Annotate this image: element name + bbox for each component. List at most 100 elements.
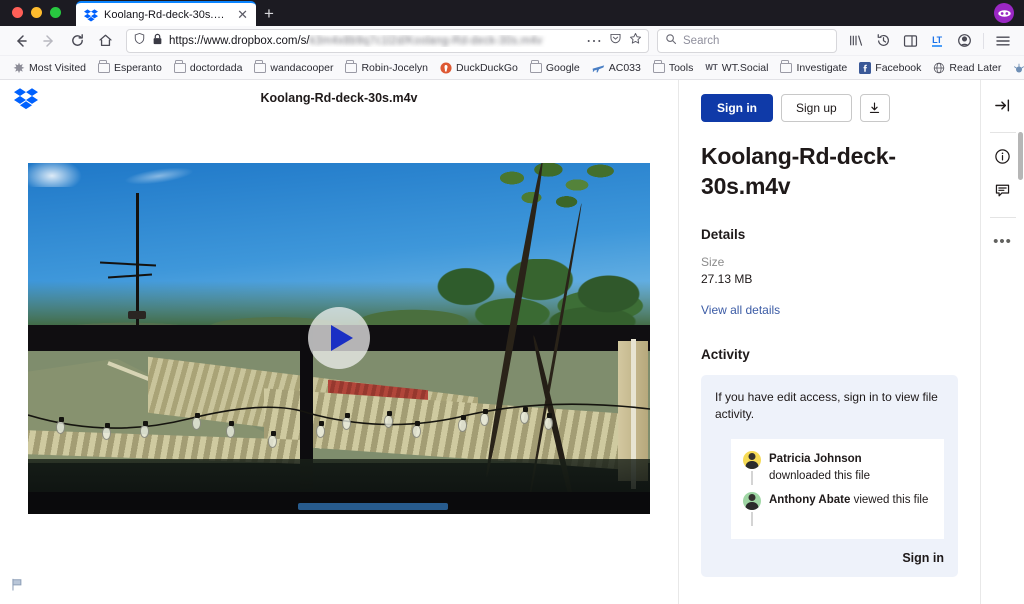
scene-antenna bbox=[136, 193, 139, 325]
folder-icon bbox=[98, 63, 110, 73]
history-icon[interactable] bbox=[870, 28, 896, 54]
search-icon bbox=[665, 32, 677, 50]
info-icon[interactable] bbox=[988, 141, 1018, 171]
details-heading: Details bbox=[701, 227, 958, 242]
file-info-sidebar: Sign in Sign up Koolang-Rd-deck-30s.m4v … bbox=[678, 80, 980, 604]
bookmark-google[interactable]: Google bbox=[525, 60, 585, 76]
back-button[interactable] bbox=[8, 28, 34, 54]
page-scrollbar[interactable] bbox=[1017, 80, 1024, 604]
bookmarks-bar: Most Visited Esperanto doctordada wandac… bbox=[0, 56, 1024, 80]
padlock-icon bbox=[152, 32, 163, 50]
folder-icon bbox=[345, 63, 357, 73]
new-tab-button[interactable]: + bbox=[264, 5, 274, 22]
languagetool-icon[interactable]: LT bbox=[924, 28, 950, 54]
hamburger-menu-icon[interactable] bbox=[990, 28, 1016, 54]
activity-entry: Anthony Abate viewed this file bbox=[769, 492, 928, 526]
bookmark-label: Read Later bbox=[949, 62, 1001, 74]
bookmark-wt-social[interactable]: WT WT.Social bbox=[700, 60, 773, 76]
bookmark-doctordada[interactable]: doctordada bbox=[169, 60, 248, 76]
close-window-button[interactable] bbox=[12, 7, 23, 18]
browser-tab[interactable]: Koolang-Rd-deck-30s.m4v ✕ bbox=[76, 1, 256, 26]
auth-buttons: Sign in Sign up bbox=[701, 94, 958, 122]
facebook-icon bbox=[859, 62, 871, 74]
collapse-sidebar-icon[interactable] bbox=[988, 90, 1018, 120]
scene-bulb bbox=[458, 419, 467, 432]
activity-sign-in-link[interactable]: Sign in bbox=[715, 551, 944, 565]
bookmark-star-icon[interactable] bbox=[629, 32, 642, 50]
list-item: Anthony Abate viewed this file bbox=[743, 492, 934, 526]
comment-icon[interactable] bbox=[988, 175, 1018, 205]
view-all-details-link[interactable]: View all details bbox=[701, 303, 958, 317]
sign-up-button[interactable]: Sign up bbox=[781, 94, 852, 122]
bookmark-esperanto[interactable]: Esperanto bbox=[93, 60, 167, 76]
report-flag-icon[interactable] bbox=[10, 577, 24, 597]
browser-window: Koolang-Rd-deck-30s.m4v ✕ + bbox=[0, 0, 1024, 604]
bookmark-label: DuckDuckGo bbox=[456, 62, 518, 74]
home-button[interactable] bbox=[92, 28, 118, 54]
account-icon[interactable] bbox=[951, 28, 977, 54]
library-icon[interactable] bbox=[843, 28, 869, 54]
folder-icon bbox=[653, 63, 665, 73]
rail-divider bbox=[990, 217, 1016, 218]
bookmark-investigate[interactable]: Investigate bbox=[775, 60, 852, 76]
bookmark-label: Most Visited bbox=[29, 62, 86, 74]
duckduckgo-icon bbox=[440, 62, 452, 74]
tracking-protection-icon[interactable] bbox=[133, 32, 146, 50]
avatar bbox=[743, 451, 761, 469]
dropbox-icon bbox=[84, 8, 98, 22]
bookmark-read-later[interactable]: Read Later bbox=[928, 60, 1006, 76]
download-button[interactable] bbox=[860, 94, 890, 122]
address-bar[interactable]: https://www.dropbox.com/s/k3m4x8b9q7c1l2… bbox=[126, 29, 649, 53]
bookmark-robin-jocelyn[interactable]: Robin-Jocelyn bbox=[340, 60, 433, 76]
avatar-column bbox=[743, 492, 761, 526]
play-triangle-icon bbox=[331, 325, 353, 351]
wt-icon: WT bbox=[705, 63, 717, 72]
close-icon[interactable]: ✕ bbox=[237, 8, 248, 21]
scene-antenna-box bbox=[128, 311, 146, 319]
folder-icon bbox=[254, 63, 266, 73]
bookmark-label: wandacooper bbox=[270, 62, 333, 74]
page-actions-icon[interactable]: ⋯ bbox=[586, 31, 602, 51]
scrollbar-thumb[interactable] bbox=[1018, 132, 1023, 180]
navigation-toolbar: https://www.dropbox.com/s/k3m4x8b9q7c1l2… bbox=[0, 26, 1024, 56]
activity-entry: Patricia Johnsondownloaded this file bbox=[769, 451, 870, 485]
bookmark-covid-19[interactable]: COVID-19 bbox=[1008, 60, 1024, 76]
forward-button[interactable] bbox=[36, 28, 62, 54]
maximize-window-button[interactable] bbox=[50, 7, 61, 18]
bookmark-most-visited[interactable]: Most Visited bbox=[8, 60, 91, 76]
more-options-button[interactable]: ••• bbox=[988, 226, 1018, 256]
rail-divider bbox=[990, 132, 1016, 133]
bookmark-label: Esperanto bbox=[114, 62, 162, 74]
bookmark-tools[interactable]: Tools bbox=[648, 60, 699, 76]
timeline-connector bbox=[751, 471, 753, 485]
activity-heading: Activity bbox=[701, 347, 958, 362]
sidebar-icon[interactable] bbox=[897, 28, 923, 54]
search-placeholder: Search bbox=[683, 35, 719, 47]
scene-bulb bbox=[316, 425, 325, 438]
pocket-icon[interactable] bbox=[609, 32, 622, 50]
play-button[interactable] bbox=[308, 307, 370, 369]
dropbox-logo[interactable] bbox=[14, 86, 38, 110]
scene-bulb bbox=[268, 435, 277, 448]
section-spacer bbox=[701, 317, 958, 347]
bookmark-label: Facebook bbox=[875, 62, 921, 74]
bookmark-ac033[interactable]: AC033 bbox=[587, 59, 646, 76]
toolbar-divider bbox=[983, 33, 984, 49]
activity-notice: If you have edit access, sign in to view… bbox=[715, 389, 944, 423]
reload-button[interactable] bbox=[64, 28, 90, 54]
sign-in-button[interactable]: Sign in bbox=[701, 94, 773, 122]
url-host: https://www.dropbox.com/s/ bbox=[169, 35, 310, 47]
minimize-window-button[interactable] bbox=[31, 7, 42, 18]
viewer-header: Koolang-Rd-deck-30s.m4v bbox=[0, 80, 678, 116]
mask-extension-icon[interactable] bbox=[994, 3, 1014, 23]
plane-icon bbox=[592, 61, 605, 74]
scene-bulb bbox=[342, 417, 351, 430]
bookmark-wandacooper[interactable]: wandacooper bbox=[249, 60, 338, 76]
search-input[interactable]: Search bbox=[657, 29, 837, 53]
bookmark-duckduckgo[interactable]: DuckDuckGo bbox=[435, 60, 523, 76]
bookmark-facebook[interactable]: Facebook bbox=[854, 60, 926, 76]
video-preview[interactable] bbox=[28, 163, 650, 514]
scene-leaves bbox=[486, 163, 616, 227]
scene-bulb bbox=[56, 421, 65, 434]
url-text[interactable]: https://www.dropbox.com/s/k3m4x8b9q7c1l2… bbox=[169, 35, 580, 47]
